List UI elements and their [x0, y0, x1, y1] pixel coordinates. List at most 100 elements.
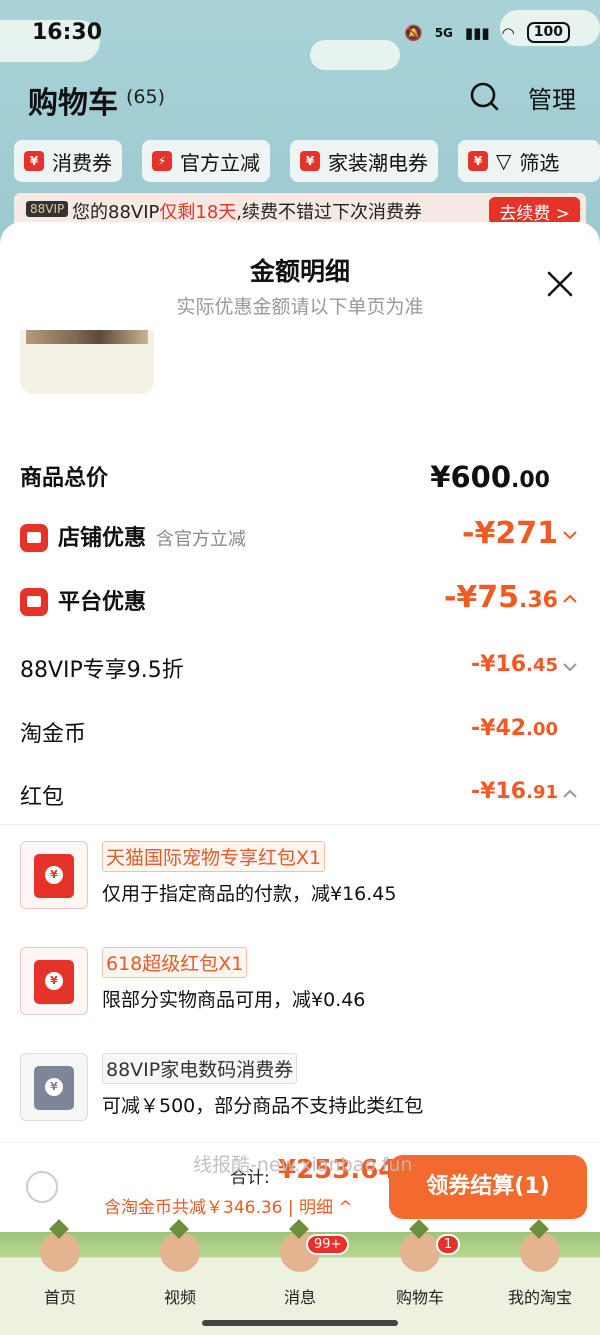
- profile-mascot-icon: [520, 1232, 560, 1272]
- filter-chip-filter[interactable]: ¥ ▽ 筛选: [458, 140, 600, 182]
- packet-name: 618超级红包X1: [102, 947, 248, 978]
- total-amount-decimal: .00: [511, 468, 550, 493]
- tab-label: 视频: [163, 1288, 196, 1307]
- battery-indicator: 100: [526, 22, 570, 43]
- sheet-subtitle: 实际优惠金额请以下单页为准: [176, 296, 424, 318]
- chevron-up-icon[interactable]: [562, 592, 578, 606]
- lightning-icon: ⚡: [152, 151, 172, 171]
- vip-amount-decimal: .45: [526, 655, 558, 676]
- status-bar: 16:30 🔕 5G ▮▮▮ ◠ 100: [0, 0, 600, 66]
- redpacket-amount: -¥16.91: [471, 779, 558, 804]
- coin-icon: ¥: [45, 1078, 63, 1096]
- chip-label: 筛选: [519, 150, 560, 175]
- checkout-button[interactable]: 领券结算(1): [389, 1155, 587, 1219]
- filter-chip-official-discount[interactable]: ⚡ 官方立减: [142, 140, 270, 182]
- status-time: 16:30: [32, 20, 103, 45]
- cart-header: 购物车 (65) 管理: [28, 78, 576, 121]
- redpacket-list: ¥ 天猫国际宠物专享红包X1 仅用于指定商品的付款，减¥16.45 ¥ 618超…: [0, 824, 600, 1144]
- chevron-down-icon[interactable]: [562, 660, 578, 674]
- filter-chip-home-appliance[interactable]: ¥ 家装潮电券: [290, 140, 438, 182]
- page-title: 购物车: [28, 86, 118, 121]
- tab-cart[interactable]: 1 购物车: [370, 1232, 470, 1312]
- list-item: ¥ 88VIP家电数码消费券 可减￥500，部分商品不支持此类红包: [20, 1053, 580, 1123]
- platform-discount-amount: -¥75.36: [444, 580, 558, 615]
- store-discount-amount: -¥271: [462, 516, 558, 551]
- renew-button[interactable]: 去续费 >: [489, 197, 580, 225]
- vip-text-before: 您的88VIP: [72, 202, 160, 223]
- red-envelope-icon: ¥: [34, 960, 74, 1004]
- vip-amount-main: -¥16: [471, 652, 527, 677]
- signal-icon: ▮▮▮: [464, 23, 490, 42]
- list-item: ¥ 天猫国际宠物专享红包X1 仅用于指定商品的付款，减¥16.45: [20, 841, 580, 911]
- store-discount-label: 店铺优惠 含官方立减: [58, 520, 246, 552]
- coupon-icon: ¥: [300, 151, 320, 171]
- packet-desc: 限部分实物商品可用，减¥0.46: [102, 989, 366, 1011]
- chevron-up-icon[interactable]: [562, 787, 578, 801]
- product-image: [26, 330, 148, 344]
- total-amount-main: ¥600: [430, 460, 512, 494]
- store-discount-note: 含官方立减: [156, 529, 247, 550]
- total-amount: ¥600.00: [430, 460, 550, 494]
- messages-badge: 99+: [306, 1234, 350, 1255]
- redpacket-amount-decimal: .91: [526, 782, 558, 803]
- amount-detail-sheet: 金额明细 实际优惠金额请以下单页为准 商品总价 ¥600.00 店铺优惠 含官方立…: [0, 222, 600, 1232]
- tab-label: 购物车: [395, 1288, 444, 1307]
- vip-banner-text: 您的88VIP仅剩18天,续费不错过下次消费券: [72, 198, 422, 224]
- close-icon[interactable]: [546, 270, 574, 298]
- platform-discount-label: 平台优惠: [58, 590, 147, 615]
- packet-desc: 可减￥500，部分商品不支持此类红包: [102, 1095, 424, 1117]
- vip-tag: 88VIP: [26, 201, 69, 217]
- product-thumbnail: [20, 330, 154, 394]
- platform-discount-row[interactable]: 平台优惠 -¥75.36: [20, 580, 580, 624]
- savings-detail-toggle[interactable]: 含淘金币共减￥346.36 | 明细 ^: [104, 1193, 353, 1218]
- chevron-down-icon[interactable]: [562, 528, 578, 542]
- total-price-row: 商品总价 ¥600.00: [20, 460, 580, 496]
- coin-icon: ¥: [45, 972, 63, 990]
- coin-discount-label: 淘金币: [20, 722, 87, 747]
- tab-label: 我的淘宝: [507, 1288, 572, 1307]
- watermark: 线报酷-new.xianbao.fun: [193, 1154, 413, 1176]
- coin-amount-decimal: .00: [526, 719, 558, 740]
- chip-label: 官方立减: [180, 150, 260, 175]
- home-mascot-icon: [40, 1232, 80, 1272]
- store-discount-title: 店铺优惠: [58, 526, 147, 551]
- tab-messages[interactable]: 99+ 消息: [250, 1232, 350, 1312]
- manage-button[interactable]: 管理: [528, 80, 576, 115]
- tab-my-taobao[interactable]: 我的淘宝: [490, 1232, 590, 1312]
- chip-label: 家装潮电券: [328, 150, 428, 175]
- filter-chip-coupon[interactable]: ¥ 消费券: [14, 140, 122, 182]
- grey-envelope-icon: ¥: [34, 1066, 74, 1110]
- vip-discount-row[interactable]: 88VIP专享9.5折 -¥16.45: [20, 652, 580, 688]
- store-discount-row[interactable]: 店铺优惠 含官方立减 -¥271: [20, 516, 580, 560]
- list-item: ¥ 618超级红包X1 限部分实物商品可用，减¥0.46: [20, 947, 580, 1017]
- tab-home[interactable]: 首页: [10, 1232, 110, 1312]
- redpacket-amount-main: -¥16: [471, 779, 527, 804]
- wifi-icon: ◠: [501, 23, 515, 42]
- search-icon[interactable]: [468, 80, 500, 112]
- coupon-icon: ¥: [468, 151, 488, 171]
- packet-name: 88VIP家电数码消费券: [102, 1053, 298, 1084]
- red-envelope-icon: ¥: [34, 854, 74, 898]
- network-label: 5G: [434, 25, 453, 40]
- video-mascot-icon: [160, 1232, 200, 1272]
- platform-amount-decimal: .36: [519, 588, 558, 613]
- mute-bell-icon: 🔕: [404, 23, 423, 42]
- packet-card: ¥: [20, 841, 88, 909]
- coin-discount-amount: -¥42.00: [471, 716, 558, 741]
- select-all-checkbox[interactable]: [26, 1171, 58, 1203]
- chip-label: 消费券: [52, 150, 112, 175]
- status-icons: 🔕 5G ▮▮▮ ◠ 100: [404, 22, 570, 43]
- filter-row: ¥ 消费券 ⚡ 官方立减 ¥ 家装潮电券 ¥ ▽ 筛选: [14, 140, 600, 184]
- redpacket-label: 红包: [20, 785, 65, 810]
- tab-video[interactable]: 视频: [130, 1232, 230, 1312]
- cart-count: (65): [126, 86, 166, 108]
- coin-amount-main: -¥42: [471, 716, 527, 741]
- vip-text-after: ,续费不错过下次消费券: [236, 202, 423, 223]
- coupon-icon: ¥: [24, 151, 44, 171]
- coupon-icon: [20, 588, 48, 616]
- cart-mascot-icon: [400, 1232, 440, 1272]
- coin-icon: ¥: [45, 866, 63, 884]
- packet-desc: 仅用于指定商品的付款，减¥16.45: [102, 883, 397, 905]
- platform-amount-main: -¥75: [443, 580, 520, 615]
- redpacket-discount-row[interactable]: 红包 -¥16.91: [20, 779, 580, 815]
